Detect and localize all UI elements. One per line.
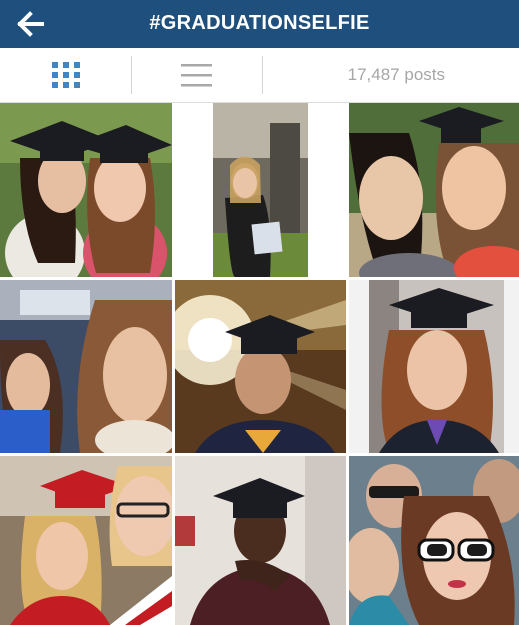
grid-icon [52, 62, 80, 88]
photo-graduate-diploma [175, 103, 346, 277]
post-count: 17,487 posts [347, 65, 445, 84]
photo-two-graduates [0, 103, 172, 277]
list-icon [181, 64, 212, 87]
photo-grid [0, 103, 519, 625]
photo-tile[interactable] [175, 456, 346, 625]
photo-group-sunglasses [349, 456, 519, 625]
photo-tile[interactable] [349, 280, 519, 453]
photo-tile[interactable] [0, 456, 172, 625]
photo-tile[interactable] [349, 456, 519, 625]
page-title: #GRADUATIONSELFIE [149, 12, 370, 34]
photo-woman-cap-gown [349, 280, 519, 453]
view-toolbar: 17,487 posts [0, 48, 519, 103]
list-view-button[interactable] [136, 56, 256, 94]
photo-red-cap-graduates [0, 456, 172, 625]
photo-tile[interactable] [175, 280, 346, 453]
photo-man-sun-flare [175, 280, 346, 453]
photo-man-hand-chin [175, 456, 346, 625]
top-bar: #GRADUATIONSELFIE [0, 0, 519, 48]
photo-tile[interactable] [0, 103, 172, 277]
toolbar-divider [262, 56, 263, 94]
photo-two-women-selfie [349, 103, 519, 277]
photo-tile[interactable] [0, 280, 172, 453]
photo-tile[interactable] [175, 103, 346, 277]
photo-tile[interactable] [349, 103, 519, 277]
toolbar-divider [131, 56, 132, 94]
photo-women-in-car [0, 280, 172, 453]
grid-view-button[interactable] [6, 56, 126, 94]
